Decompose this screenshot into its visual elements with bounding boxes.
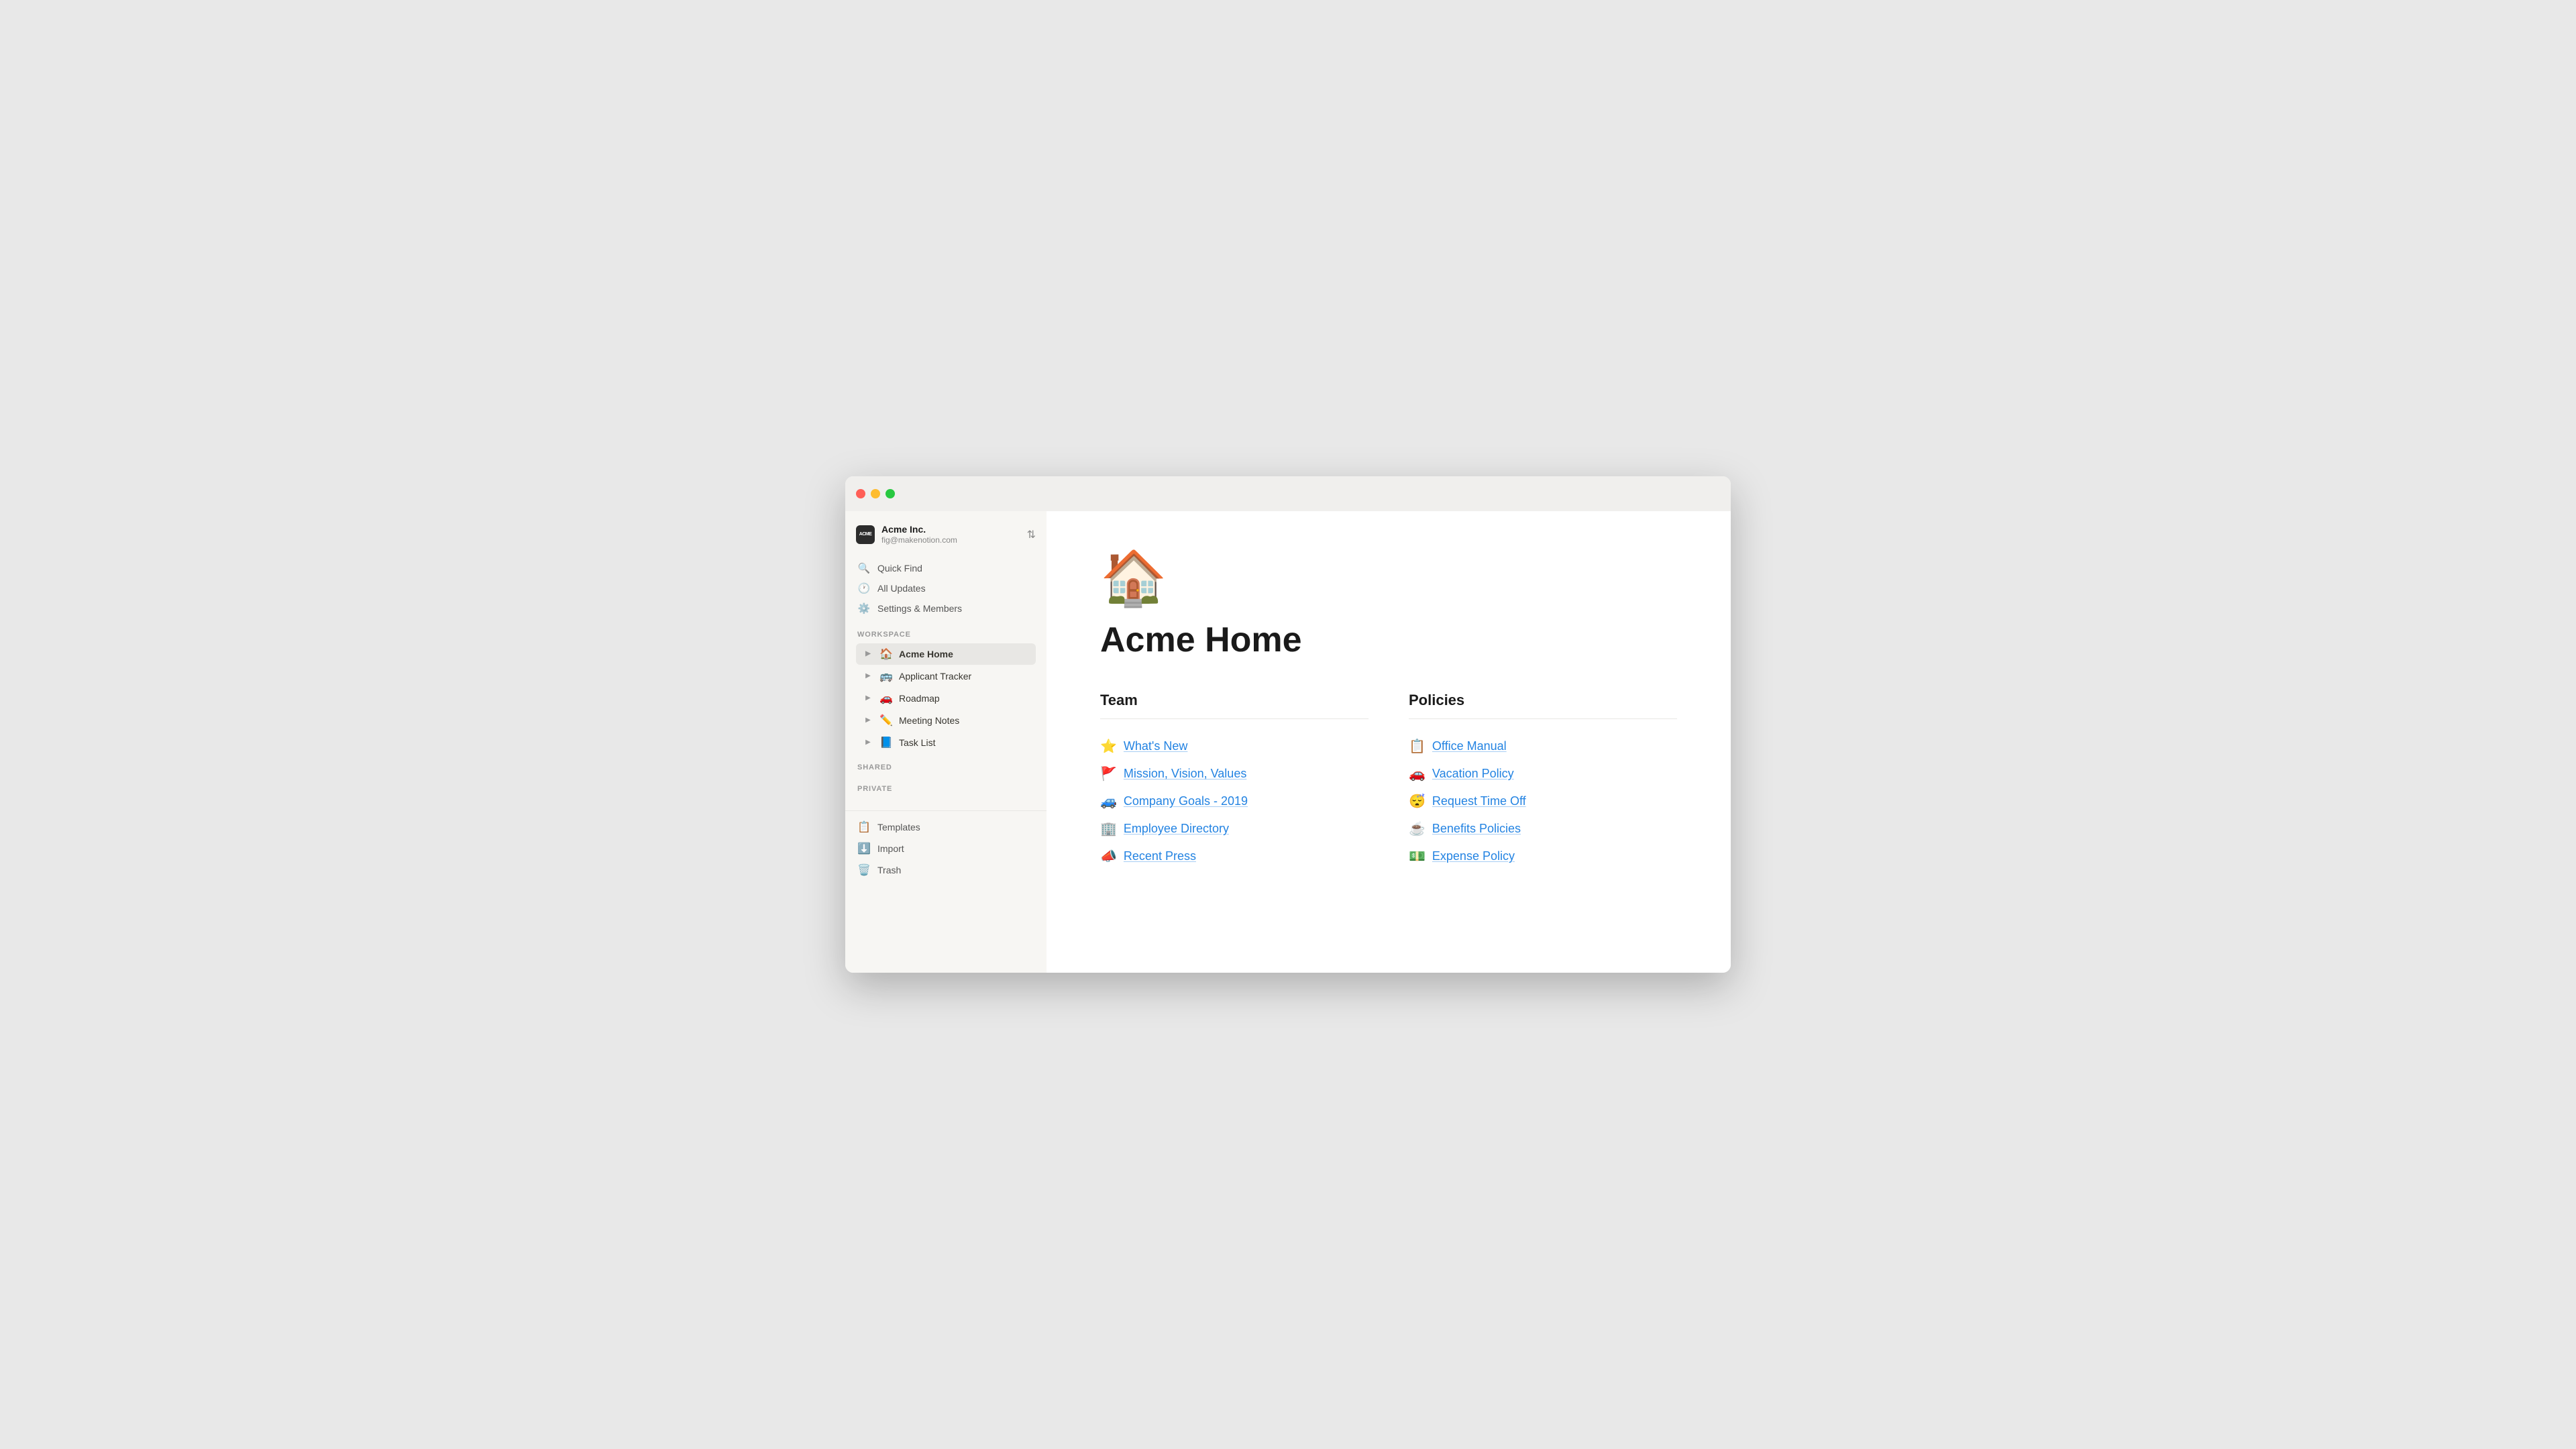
search-icon: 🔍 bbox=[857, 562, 871, 574]
page-columns: Team ⭐ What's New 🚩 Mission, Vision, Val… bbox=[1100, 692, 1677, 870]
nav-emoji-applicant-tracker: 🚌 bbox=[879, 669, 894, 683]
private-section-label: PRIVATE bbox=[845, 775, 1046, 797]
mission-emoji: 🚩 bbox=[1100, 765, 1117, 782]
close-button[interactable] bbox=[856, 489, 865, 498]
maximize-button[interactable] bbox=[885, 489, 895, 498]
employee-directory-label: Employee Directory bbox=[1124, 822, 1229, 836]
workspace-text: Acme Inc. fig@makenotion.com bbox=[881, 523, 957, 546]
benefits-policies-label: Benefits Policies bbox=[1432, 822, 1521, 836]
workspace-logo: ACME bbox=[856, 525, 875, 544]
sidebar-item-acme-home[interactable]: ▶ 🏠 Acme Home bbox=[856, 643, 1036, 665]
team-divider bbox=[1100, 718, 1368, 719]
nav-label-meeting-notes: Meeting Notes bbox=[899, 715, 1029, 726]
sidebar-actions: 🔍 Quick Find 🕐 All Updates ⚙️ Settings &… bbox=[845, 555, 1046, 621]
request-time-off-label: Request Time Off bbox=[1432, 794, 1526, 808]
workspace-header: ACME Acme Inc. fig@makenotion.com ⇅ bbox=[845, 511, 1046, 555]
templates-label: Templates bbox=[877, 822, 920, 833]
link-request-time-off[interactable]: 😴 Request Time Off bbox=[1409, 788, 1677, 815]
benefits-policies-emoji: ☕ bbox=[1409, 820, 1426, 837]
link-recent-press[interactable]: 📣 Recent Press bbox=[1100, 843, 1368, 870]
expense-policy-label: Expense Policy bbox=[1432, 849, 1515, 863]
gear-icon: ⚙️ bbox=[857, 602, 871, 614]
office-manual-emoji: 📋 bbox=[1409, 738, 1426, 755]
company-goals-label: Company Goals - 2019 bbox=[1124, 794, 1248, 808]
sidebar: ACME Acme Inc. fig@makenotion.com ⇅ 🔍 Qu… bbox=[845, 511, 1046, 973]
sidebar-item-roadmap[interactable]: ▶ 🚗 Roadmap bbox=[856, 688, 1036, 709]
page-icon: 🏠 bbox=[1100, 551, 1677, 605]
quick-find-button[interactable]: 🔍 Quick Find bbox=[851, 558, 1041, 578]
mission-label: Mission, Vision, Values bbox=[1124, 767, 1246, 781]
app-body: ACME Acme Inc. fig@makenotion.com ⇅ 🔍 Qu… bbox=[845, 511, 1731, 973]
import-label: Import bbox=[877, 843, 904, 854]
vacation-policy-emoji: 🚗 bbox=[1409, 765, 1426, 782]
recent-press-emoji: 📣 bbox=[1100, 848, 1117, 865]
team-column: Team ⭐ What's New 🚩 Mission, Vision, Val… bbox=[1100, 692, 1368, 870]
workspace-nav: ▶ 🏠 Acme Home ▶ 🚌 Applicant Tracker ▶ 🚗 … bbox=[845, 643, 1046, 754]
minimize-button[interactable] bbox=[871, 489, 880, 498]
workspace-switcher-button[interactable]: ⇅ bbox=[1027, 528, 1036, 541]
nav-emoji-acme-home: 🏠 bbox=[879, 647, 894, 661]
workspace-name: Acme Inc. bbox=[881, 523, 957, 535]
settings-button[interactable]: ⚙️ Settings & Members bbox=[851, 598, 1041, 619]
whats-new-label: What's New bbox=[1124, 739, 1187, 753]
quick-find-label: Quick Find bbox=[877, 563, 922, 574]
office-manual-label: Office Manual bbox=[1432, 739, 1507, 753]
policies-divider bbox=[1409, 718, 1677, 719]
traffic-lights bbox=[856, 489, 895, 498]
request-time-off-emoji: 😴 bbox=[1409, 793, 1426, 810]
link-office-manual[interactable]: 📋 Office Manual bbox=[1409, 733, 1677, 760]
vacation-policy-label: Vacation Policy bbox=[1432, 767, 1514, 781]
app-window: ACME Acme Inc. fig@makenotion.com ⇅ 🔍 Qu… bbox=[845, 476, 1731, 973]
import-icon: ⬇️ bbox=[857, 842, 871, 855]
trash-button[interactable]: 🗑️ Trash bbox=[851, 859, 1041, 881]
nav-label-acme-home: Acme Home bbox=[899, 649, 1029, 659]
nav-label-task-list: Task List bbox=[899, 737, 1029, 748]
link-employee-directory[interactable]: 🏢 Employee Directory bbox=[1100, 815, 1368, 843]
nav-emoji-meeting-notes: ✏️ bbox=[879, 714, 894, 727]
workspace-info: ACME Acme Inc. fig@makenotion.com bbox=[856, 523, 957, 546]
chevron-right-icon: ▶ bbox=[863, 672, 873, 680]
link-benefits-policies[interactable]: ☕ Benefits Policies bbox=[1409, 815, 1677, 843]
nav-label-applicant-tracker: Applicant Tracker bbox=[899, 671, 1029, 682]
workspace-email: fig@makenotion.com bbox=[881, 535, 957, 546]
link-whats-new[interactable]: ⭐ What's New bbox=[1100, 733, 1368, 760]
sidebar-item-meeting-notes[interactable]: ▶ ✏️ Meeting Notes bbox=[856, 710, 1036, 731]
main-content: 🏠 Acme Home Team ⭐ What's New 🚩 Mission,… bbox=[1046, 511, 1731, 973]
link-company-goals[interactable]: 🚙 Company Goals - 2019 bbox=[1100, 788, 1368, 815]
expense-policy-emoji: 💵 bbox=[1409, 848, 1426, 865]
workspace-section-label: WORKSPACE bbox=[845, 621, 1046, 643]
chevron-right-icon: ▶ bbox=[863, 716, 873, 724]
all-updates-label: All Updates bbox=[877, 583, 926, 594]
import-button[interactable]: ⬇️ Import bbox=[851, 838, 1041, 859]
link-expense-policy[interactable]: 💵 Expense Policy bbox=[1409, 843, 1677, 870]
sidebar-item-applicant-tracker[interactable]: ▶ 🚌 Applicant Tracker bbox=[856, 665, 1036, 687]
sidebar-bottom: 📋 Templates ⬇️ Import 🗑️ Trash bbox=[845, 810, 1046, 881]
nav-emoji-task-list: 📘 bbox=[879, 736, 894, 749]
chevron-right-icon: ▶ bbox=[863, 739, 873, 746]
nav-emoji-roadmap: 🚗 bbox=[879, 692, 894, 705]
settings-label: Settings & Members bbox=[877, 603, 962, 614]
link-mission[interactable]: 🚩 Mission, Vision, Values bbox=[1100, 760, 1368, 788]
company-goals-emoji: 🚙 bbox=[1100, 793, 1117, 810]
chevron-right-icon: ▶ bbox=[863, 694, 873, 702]
all-updates-button[interactable]: 🕐 All Updates bbox=[851, 578, 1041, 598]
trash-label: Trash bbox=[877, 865, 901, 875]
titlebar bbox=[845, 476, 1731, 511]
chevron-right-icon: ▶ bbox=[863, 650, 873, 657]
policies-column-title: Policies bbox=[1409, 692, 1677, 709]
link-vacation-policy[interactable]: 🚗 Vacation Policy bbox=[1409, 760, 1677, 788]
clock-icon: 🕐 bbox=[857, 582, 871, 594]
trash-icon: 🗑️ bbox=[857, 863, 871, 877]
templates-button[interactable]: 📋 Templates bbox=[851, 816, 1041, 838]
team-column-title: Team bbox=[1100, 692, 1368, 709]
policies-column: Policies 📋 Office Manual 🚗 Vacation Poli… bbox=[1409, 692, 1677, 870]
sidebar-item-task-list[interactable]: ▶ 📘 Task List bbox=[856, 732, 1036, 753]
nav-label-roadmap: Roadmap bbox=[899, 693, 1029, 704]
shared-section-label: SHARED bbox=[845, 754, 1046, 775]
employee-directory-emoji: 🏢 bbox=[1100, 820, 1117, 837]
recent-press-label: Recent Press bbox=[1124, 849, 1196, 863]
page-title: Acme Home bbox=[1100, 621, 1677, 659]
whats-new-emoji: ⭐ bbox=[1100, 738, 1117, 755]
templates-icon: 📋 bbox=[857, 820, 871, 834]
